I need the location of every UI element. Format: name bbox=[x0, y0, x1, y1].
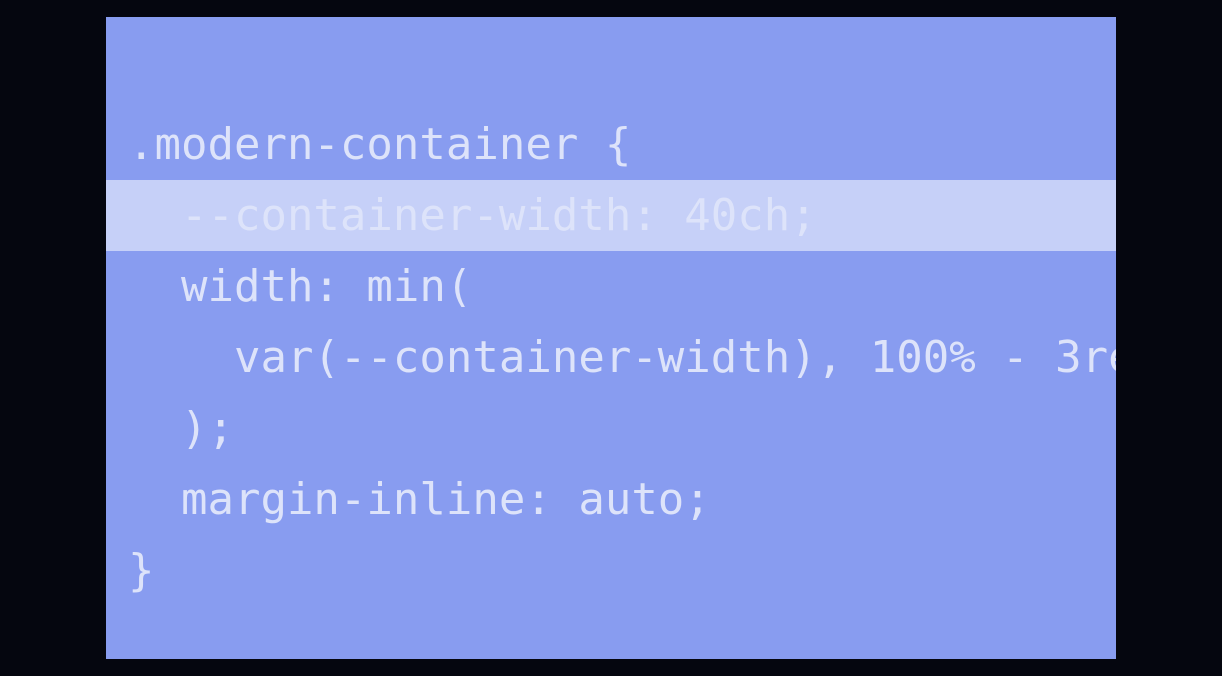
code-line[interactable]: ); bbox=[106, 393, 1116, 464]
code-line[interactable]: width: min( bbox=[106, 251, 1116, 322]
code-line[interactable]: var(--container-width), 100% - 3rem bbox=[106, 322, 1116, 393]
code-line-highlighted[interactable]: --container-width: 40ch; bbox=[106, 180, 1116, 251]
code-line[interactable]: .modern-container { bbox=[106, 109, 1116, 180]
code-panel: .modern-container { --container-width: 4… bbox=[106, 17, 1116, 659]
code-line[interactable]: margin-inline: auto; bbox=[106, 464, 1116, 535]
code-line[interactable]: } bbox=[106, 535, 1116, 606]
